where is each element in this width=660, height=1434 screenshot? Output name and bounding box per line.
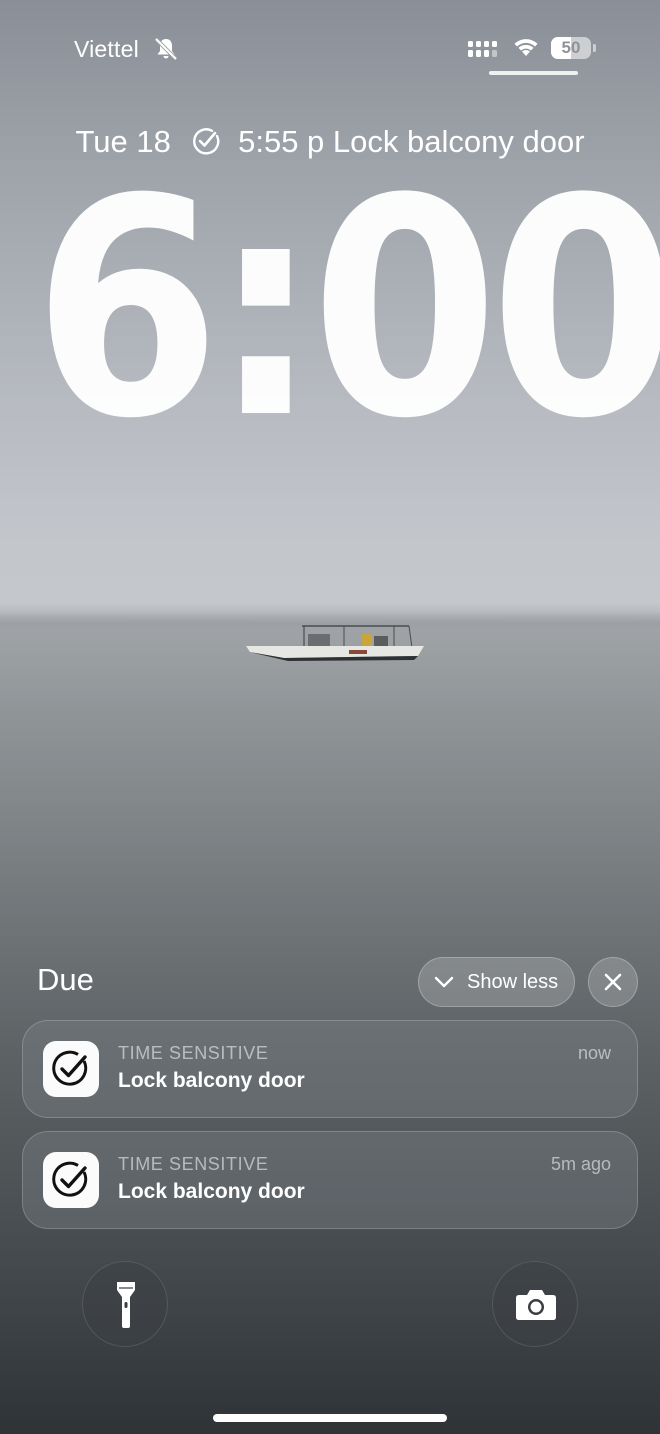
notification-card[interactable]: TIME SENSITIVE Lock balcony door 5m ago <box>22 1131 638 1229</box>
notification-card[interactable]: TIME SENSITIVE Lock balcony door now <box>22 1020 638 1118</box>
status-indicator-bar <box>489 71 578 75</box>
notification-category: TIME SENSITIVE <box>118 1043 269 1063</box>
camera-button[interactable] <box>492 1261 578 1347</box>
status-bar: Viettel 50 <box>0 0 660 100</box>
camera-icon <box>516 1290 556 1320</box>
wifi-icon <box>514 39 538 56</box>
carrier-name: Viettel <box>74 36 139 62</box>
flashlight-icon <box>117 1282 135 1328</box>
notification-time: 5m ago <box>550 1154 611 1174</box>
show-less-button[interactable]: Show less <box>418 957 575 1007</box>
battery-icon: 50 <box>551 37 597 61</box>
clear-notifications-button[interactable] <box>588 957 638 1007</box>
notification-group-title: Due <box>37 962 94 997</box>
battery-body: 50 <box>551 37 591 59</box>
notification-title: Lock balcony door <box>118 1069 305 1092</box>
reminder-check-icon <box>43 1041 99 1097</box>
notification-category: TIME SENSITIVE <box>118 1154 269 1174</box>
flashlight-button[interactable] <box>82 1261 168 1347</box>
bell-slash-icon <box>154 37 178 61</box>
home-indicator[interactable] <box>213 1414 447 1422</box>
notification-title: Lock balcony door <box>118 1180 305 1203</box>
battery-percentage: 50 <box>561 38 581 57</box>
lock-clock: 6:00 <box>33 135 660 484</box>
battery-cap <box>593 44 596 52</box>
chevron-down-icon <box>434 976 454 988</box>
show-less-label: Show less <box>467 970 559 993</box>
notification-time: now <box>577 1043 611 1063</box>
close-icon <box>604 973 622 991</box>
cellular-signal-icon <box>468 41 497 57</box>
reminder-check-icon <box>43 1152 99 1208</box>
wallpaper-boat <box>246 625 424 661</box>
